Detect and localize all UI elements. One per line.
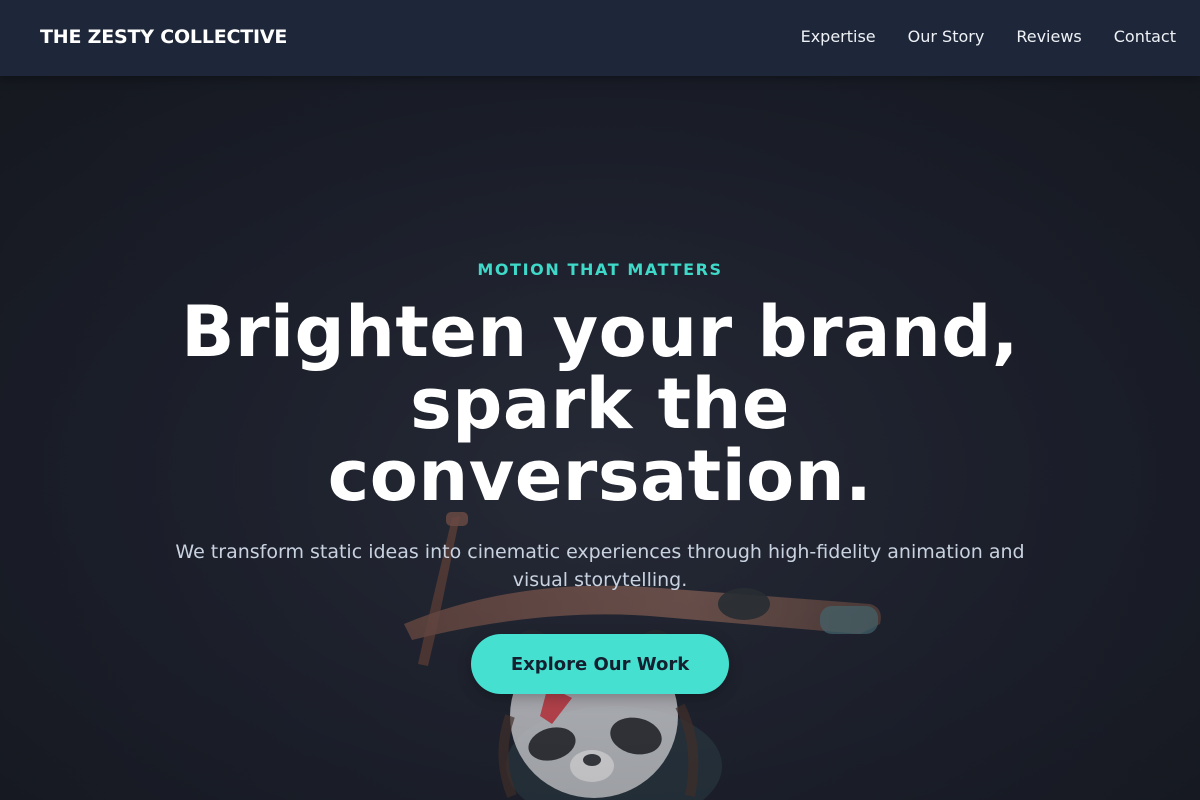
main-nav: Expertise Our Story Reviews Contact <box>801 27 1176 47</box>
hero-headline: Brighten your brand, spark the conversat… <box>181 291 1019 517</box>
nav-link-our-story[interactable]: Our Story <box>908 27 985 47</box>
hero-eyebrow: MOTION THAT MATTERS <box>477 260 723 279</box>
nav-link-reviews[interactable]: Reviews <box>1016 27 1081 47</box>
hero-subtext: We transform static ideas into cinematic… <box>175 541 1025 591</box>
landing-page: THE ZESTY COLLECTIVE Expertise Our Story… <box>0 0 1200 800</box>
nav-link-expertise[interactable]: Expertise <box>801 27 876 47</box>
nav-link-contact[interactable]: Contact <box>1114 27 1176 47</box>
explore-work-button[interactable]: Explore Our Work <box>471 634 729 694</box>
brand-logo[interactable]: THE ZESTY COLLECTIVE <box>40 25 287 49</box>
site-header: THE ZESTY COLLECTIVE Expertise Our Story… <box>0 0 1200 76</box>
